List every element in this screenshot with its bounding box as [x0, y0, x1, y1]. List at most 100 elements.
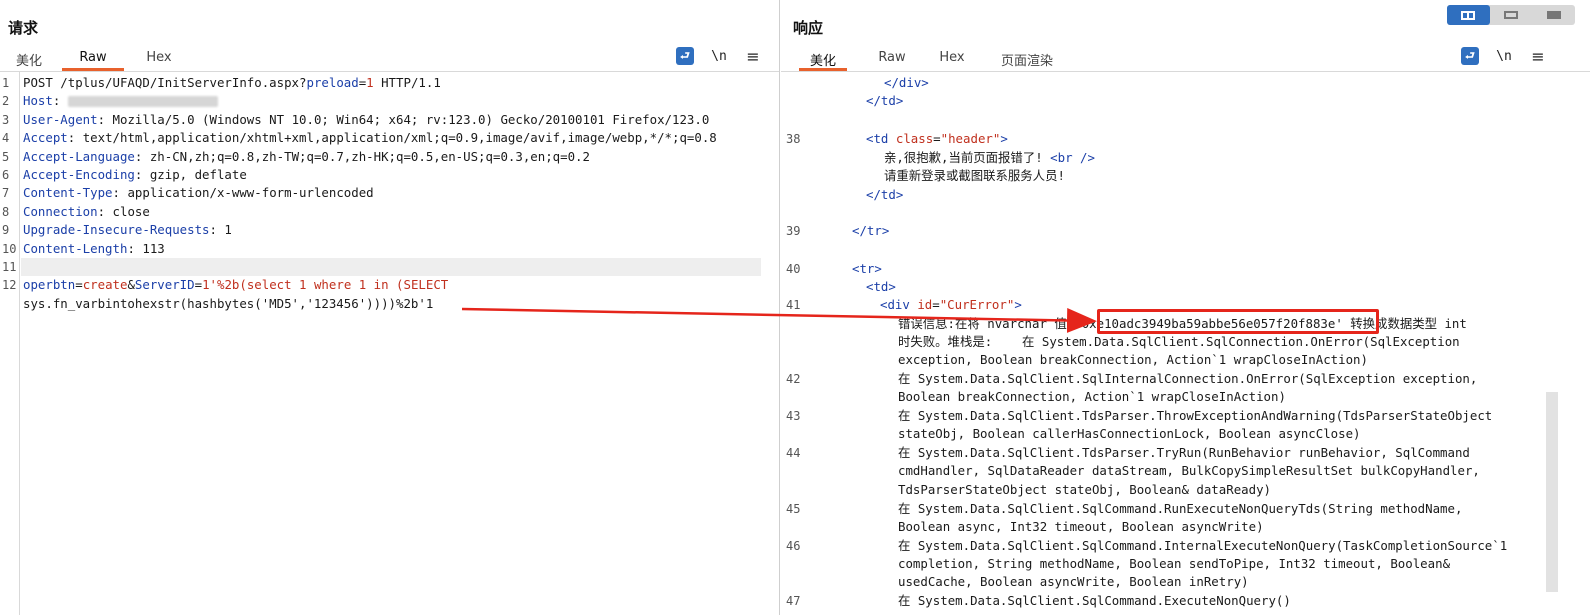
header-value: application/x-www-form-urlencoded [127, 185, 374, 201]
stack-text: stateObj, Boolean callerHasConnectionLoc… [898, 426, 1361, 441]
response-newline-button[interactable]: \n [1487, 45, 1521, 67]
response-tab-pretty[interactable]: 美化 [799, 47, 847, 71]
request-body-continuation: sys.fn_varbintohexstr(hashbytes('MD5','1… [23, 295, 434, 311]
param-value: create [82, 277, 128, 293]
request-menu-button[interactable]: ≡ [736, 45, 770, 67]
closing-div-tag: </div> [884, 75, 929, 90]
layout-horizontal-button[interactable] [1490, 5, 1533, 25]
request-tab-raw[interactable]: Raw [62, 47, 124, 71]
response-line: Boolean breakConnection, Action`1 wrapCl… [898, 388, 1286, 406]
line-number: 2 [2, 94, 10, 109]
line-number: 12 [2, 278, 17, 293]
stack-text: 在 System.Data.SqlClient.SqlCommand.Execu… [898, 593, 1291, 608]
request-tab-pretty[interactable]: 美化 [16, 47, 42, 71]
menu-icon: ≡ [1531, 46, 1545, 66]
line-number: 44 [786, 446, 801, 460]
header-name: Content-Length [23, 240, 128, 256]
line-number: 43 [786, 409, 801, 423]
request-wrap-button[interactable]: ⮐ [668, 45, 702, 67]
response-line: 在 System.Data.SqlClient.SqlCommand.Execu… [898, 592, 1291, 610]
header-value: gzip, deflate [149, 167, 247, 182]
response-line: 在 System.Data.SqlClient.TdsParser.ThrowE… [898, 407, 1492, 425]
header-name: Host [23, 93, 53, 109]
error-message-text: 请重新登录或截图联系服务人员! [884, 168, 1065, 183]
tag-close: > [1000, 131, 1008, 146]
layout-single-button[interactable] [1532, 5, 1575, 25]
stack-text: completion, String methodName, Boolean s… [898, 556, 1451, 571]
request-tabs: 美化 Raw Hex [16, 47, 174, 71]
line-number: 46 [786, 539, 801, 553]
response-line: <div id="CurError"> [880, 297, 1022, 312]
layout-toggle [1447, 5, 1575, 25]
line-number: 39 [786, 224, 801, 238]
response-tab-hex[interactable]: Hex [937, 47, 967, 71]
response-line: 在 System.Data.SqlClient.TdsParser.TryRun… [898, 444, 1470, 462]
response-line: <td class="header"> [866, 131, 1008, 146]
error-prefix: 错误信息:在将 nvarchar 值 ' [898, 316, 1082, 331]
response-line: stateObj, Boolean callerHasConnectionLoc… [898, 425, 1361, 443]
request-line: Host: [23, 92, 218, 110]
response-title: 响应 [793, 19, 824, 37]
line-number: 8 [2, 204, 10, 219]
split-view-icon [1461, 10, 1476, 20]
request-line: Connection: close [23, 203, 150, 219]
header-value: zh-CN,zh;q=0.8,zh-TW;q=0.7,zh-HK;q=0.5,e… [149, 148, 590, 164]
header-name: Upgrade-Insecure-Requests [23, 222, 210, 238]
response-line: </td> [866, 186, 903, 204]
stack-text: TdsParserStateObject stateObj, Boolean& … [898, 482, 1271, 497]
div-tag: <div [880, 297, 910, 312]
response-menu-button[interactable]: ≡ [1521, 45, 1555, 67]
line-number: 47 [786, 594, 801, 608]
line-number: 7 [2, 186, 10, 201]
response-line: <tr> [852, 260, 882, 278]
response-line: </tr> [852, 222, 889, 240]
request-toolbar: ⮐ \n ≡ [668, 45, 770, 67]
line-number: 41 [786, 298, 801, 312]
response-tab-raw[interactable]: Raw [877, 47, 907, 71]
response-line: completion, String methodName, Boolean s… [898, 555, 1450, 573]
attr-value: "header" [940, 131, 1001, 146]
response-tab-render[interactable]: 页面渲染 [997, 47, 1057, 71]
param-value: 1'%2b(select 1 where 1 in (SELECT [202, 277, 449, 293]
request-title: 请求 [8, 19, 39, 37]
response-line: <td> [866, 278, 896, 296]
single-view-icon [1546, 11, 1561, 19]
menu-icon: ≡ [746, 46, 760, 66]
line-number: 38 [786, 132, 801, 146]
layout-split-button[interactable] [1447, 5, 1490, 25]
header-name: Accept [23, 130, 68, 146]
request-line-text: POST /tplus/UFAQD/InitServerInfo.aspx?pr… [23, 75, 441, 90]
response-line: usedCache, Boolean asyncWrite, Boolean i… [898, 573, 1249, 591]
closing-td-tag: </td> [866, 187, 904, 202]
header-value: close [112, 203, 150, 219]
header-name: Accept-Encoding [23, 167, 135, 182]
tr-tag: <tr> [852, 261, 882, 276]
response-line: </td> [866, 92, 903, 110]
header-value: text/html,application/xhtml+xml,applicat… [82, 130, 717, 146]
line-number: 1 [2, 76, 10, 90]
stack-text: 在 System.Data.SqlClient.SqlCommand.Inter… [898, 538, 1508, 553]
response-line: 请重新登录或截图联系服务人员! [884, 167, 1065, 185]
request-tab-hex[interactable]: Hex [144, 47, 174, 71]
param-name: operbtn [23, 277, 76, 293]
response-line: TdsParserStateObject stateObj, Boolean& … [898, 481, 1271, 499]
line-number: 45 [786, 502, 801, 516]
request-line: POST /tplus/UFAQD/InitServerInfo.aspx?pr… [23, 74, 441, 92]
response-wrap-button[interactable]: ⮐ [1453, 45, 1487, 67]
response-gutter [781, 72, 807, 615]
tag-close: > [1014, 297, 1022, 312]
td-tag: <td [866, 131, 889, 146]
response-scrollbar[interactable] [1546, 392, 1558, 592]
line-number: 6 [2, 168, 10, 182]
header-name: User-Agent [23, 111, 98, 127]
stack-text: usedCache, Boolean asyncWrite, Boolean i… [898, 574, 1249, 589]
closing-tr-tag: </tr> [852, 223, 890, 238]
attr-name: class [895, 131, 934, 146]
param-name: ServerID [134, 277, 195, 293]
request-newline-button[interactable]: \n [702, 45, 736, 67]
line-number: 40 [786, 262, 801, 276]
response-line: 在 System.Data.SqlClient.SqlCommand.RunEx… [898, 500, 1462, 518]
response-line: 时失败。堆栈是: 在 System.Data.SqlClient.SqlConn… [898, 333, 1460, 351]
line-number: 10 [2, 241, 17, 256]
stack-text: cmdHandler, SqlDataReader dataStream, Bu… [898, 463, 1480, 478]
